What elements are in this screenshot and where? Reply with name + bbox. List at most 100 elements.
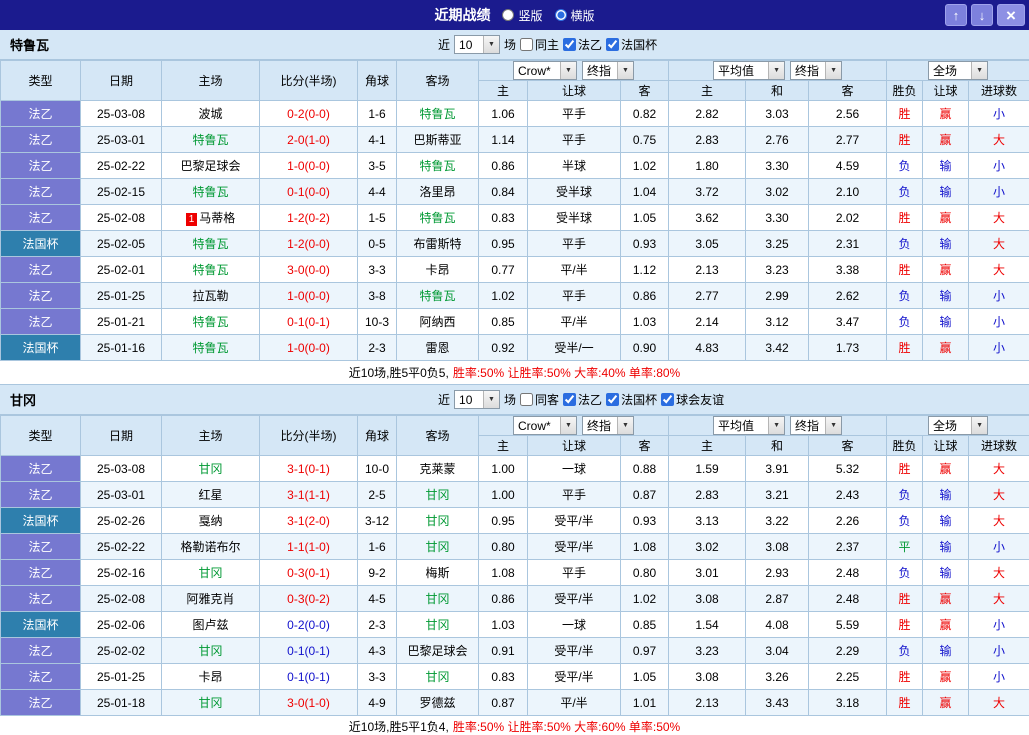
- away-team-link[interactable]: 巴黎足球会: [407, 644, 467, 658]
- away-team-link[interactable]: 甘冈: [425, 514, 449, 528]
- away-team-link[interactable]: 布雷斯特: [413, 237, 461, 251]
- home-team-link[interactable]: 甘冈: [198, 696, 222, 710]
- friendly-checkbox[interactable]: [661, 393, 674, 406]
- handicap-away-odds: 1.02: [621, 153, 669, 179]
- score-cell: 0-1(0-1): [260, 309, 358, 335]
- coupe-checkbox[interactable]: [606, 393, 619, 406]
- home-team-link[interactable]: 图卢兹: [192, 618, 228, 632]
- away-team-link[interactable]: 阿纳西: [419, 315, 455, 329]
- same-home-filter[interactable]: 同主: [520, 36, 559, 53]
- away-team-link[interactable]: 梅斯: [425, 566, 449, 580]
- average-select[interactable]: 平均值▼: [713, 416, 785, 435]
- home-team-link[interactable]: 特鲁瓦: [192, 315, 228, 329]
- home-team-link[interactable]: 阿雅克肖: [186, 592, 234, 606]
- bookmaker-select[interactable]: Crow*▼: [513, 61, 577, 80]
- final-index-select[interactable]: 终指▼: [790, 61, 842, 80]
- home-team-link[interactable]: 甘冈: [198, 566, 222, 580]
- coupe-filter[interactable]: 法国杯: [606, 36, 657, 53]
- home-team-link[interactable]: 格勒诺布尔: [180, 540, 240, 554]
- match-row: 法国杯 25-02-05 特鲁瓦 1-2(0-0) 0-5 布雷斯特 0.95 …: [1, 231, 1029, 257]
- col-goals-result: 进球数: [969, 436, 1029, 456]
- fulltime-select[interactable]: 全场▼: [928, 416, 988, 435]
- home-team-link[interactable]: 波城: [198, 107, 222, 121]
- final-index-select[interactable]: 终指▼: [582, 416, 634, 435]
- avg-draw-odds: 3.30: [746, 153, 809, 179]
- competition-type-cell: 法乙: [1, 179, 81, 205]
- coupe-filter[interactable]: 法国杯: [606, 391, 657, 408]
- winloss-result-cell: 胜: [887, 612, 923, 638]
- home-team-link[interactable]: 特鲁瓦: [192, 133, 228, 147]
- scroll-down-button[interactable]: ↓: [971, 4, 993, 26]
- handicap-line: 平手: [528, 127, 621, 153]
- away-team-link[interactable]: 特鲁瓦: [419, 107, 455, 121]
- scroll-up-button[interactable]: ↑: [945, 4, 967, 26]
- away-team-link[interactable]: 甘冈: [425, 670, 449, 684]
- away-team-link[interactable]: 巴斯蒂亚: [413, 133, 461, 147]
- home-team-link[interactable]: 特鲁瓦: [192, 263, 228, 277]
- avg-away-odds: 2.43: [809, 482, 887, 508]
- away-team-link[interactable]: 特鲁瓦: [419, 211, 455, 225]
- home-team-link[interactable]: 红星: [198, 488, 222, 502]
- col-odds-line: 让球: [528, 81, 621, 101]
- corner-score-cell: 10-3: [358, 309, 397, 335]
- away-team-link[interactable]: 洛里昂: [419, 185, 455, 199]
- close-icon[interactable]: ×: [997, 4, 1025, 26]
- fulltime-select[interactable]: 全场▼: [928, 61, 988, 80]
- away-team-link[interactable]: 卡昂: [425, 263, 449, 277]
- vertical-radio[interactable]: [502, 9, 514, 21]
- match-count-select[interactable]: 10▼: [454, 35, 500, 54]
- home-team-link[interactable]: 特鲁瓦: [192, 237, 228, 251]
- match-count-select[interactable]: 10▼: [454, 390, 500, 409]
- home-team-link[interactable]: 马蒂格: [199, 211, 235, 225]
- avg-home-odds: 2.14: [669, 309, 746, 335]
- chevron-down-icon: ▼: [971, 417, 987, 434]
- home-team-link[interactable]: 甘冈: [198, 462, 222, 476]
- away-team-link[interactable]: 甘冈: [425, 618, 449, 632]
- average-select[interactable]: 平均值▼: [713, 61, 785, 80]
- avg-home-odds: 2.13: [669, 257, 746, 283]
- filter-bar: 近 10▼ 场 同客 法乙 法国杯 球会友谊: [438, 385, 724, 414]
- score-cell: 0-1(0-1): [260, 638, 358, 664]
- away-team-link[interactable]: 甘冈: [425, 540, 449, 554]
- bookmaker-select[interactable]: Crow*▼: [513, 416, 577, 435]
- avg-away-odds: 2.10: [809, 179, 887, 205]
- ligue2-checkbox[interactable]: [563, 38, 576, 51]
- home-team-link[interactable]: 甘冈: [198, 644, 222, 658]
- friendly-filter[interactable]: 球会友谊: [661, 391, 724, 408]
- coupe-checkbox[interactable]: [606, 38, 619, 51]
- same-away-checkbox[interactable]: [520, 393, 533, 406]
- away-team-link[interactable]: 特鲁瓦: [419, 159, 455, 173]
- same-home-checkbox[interactable]: [520, 38, 533, 51]
- home-team-link[interactable]: 拉瓦勒: [192, 289, 228, 303]
- layout-horizontal-option[interactable]: 横版: [555, 7, 595, 24]
- ligue2-checkbox[interactable]: [563, 393, 576, 406]
- layout-vertical-option[interactable]: 竖版: [502, 7, 542, 24]
- horizontal-radio[interactable]: [555, 9, 567, 21]
- away-team-link[interactable]: 甘冈: [425, 488, 449, 502]
- final-index-select[interactable]: 终指▼: [790, 416, 842, 435]
- handicap-result-cell: 输: [923, 638, 969, 664]
- final-index-select[interactable]: 终指▼: [582, 61, 634, 80]
- away-team-link[interactable]: 甘冈: [425, 592, 449, 606]
- results-table-guingamp: 类型 日期 主场 比分(半场) 角球 客场 Crow*▼ 终指▼ 平均值: [0, 415, 1029, 716]
- home-team-cell: 阿雅克肖: [162, 586, 260, 612]
- col-avg-home: 主: [669, 81, 746, 101]
- away-team-link[interactable]: 特鲁瓦: [419, 289, 455, 303]
- score-cell: 3-0(1-0): [260, 690, 358, 716]
- same-away-filter[interactable]: 同客: [520, 391, 559, 408]
- corner-score-cell: 3-3: [358, 664, 397, 690]
- away-team-link[interactable]: 雷恩: [425, 341, 449, 355]
- match-date-cell: 25-02-26: [81, 508, 162, 534]
- ligue2-filter[interactable]: 法乙: [563, 36, 602, 53]
- away-team-link[interactable]: 克莱蒙: [419, 462, 455, 476]
- home-team-link[interactable]: 巴黎足球会: [180, 159, 240, 173]
- away-team-link[interactable]: 罗德兹: [419, 696, 455, 710]
- col-winloss: 胜负: [887, 436, 923, 456]
- home-team-link[interactable]: 特鲁瓦: [192, 185, 228, 199]
- home-team-link[interactable]: 戛纳: [198, 514, 222, 528]
- score-cell: 1-2(0-2): [260, 205, 358, 231]
- ligue2-filter[interactable]: 法乙: [563, 391, 602, 408]
- goals-result-cell: 小: [969, 534, 1029, 560]
- home-team-link[interactable]: 卡昂: [198, 670, 222, 684]
- home-team-link[interactable]: 特鲁瓦: [192, 341, 228, 355]
